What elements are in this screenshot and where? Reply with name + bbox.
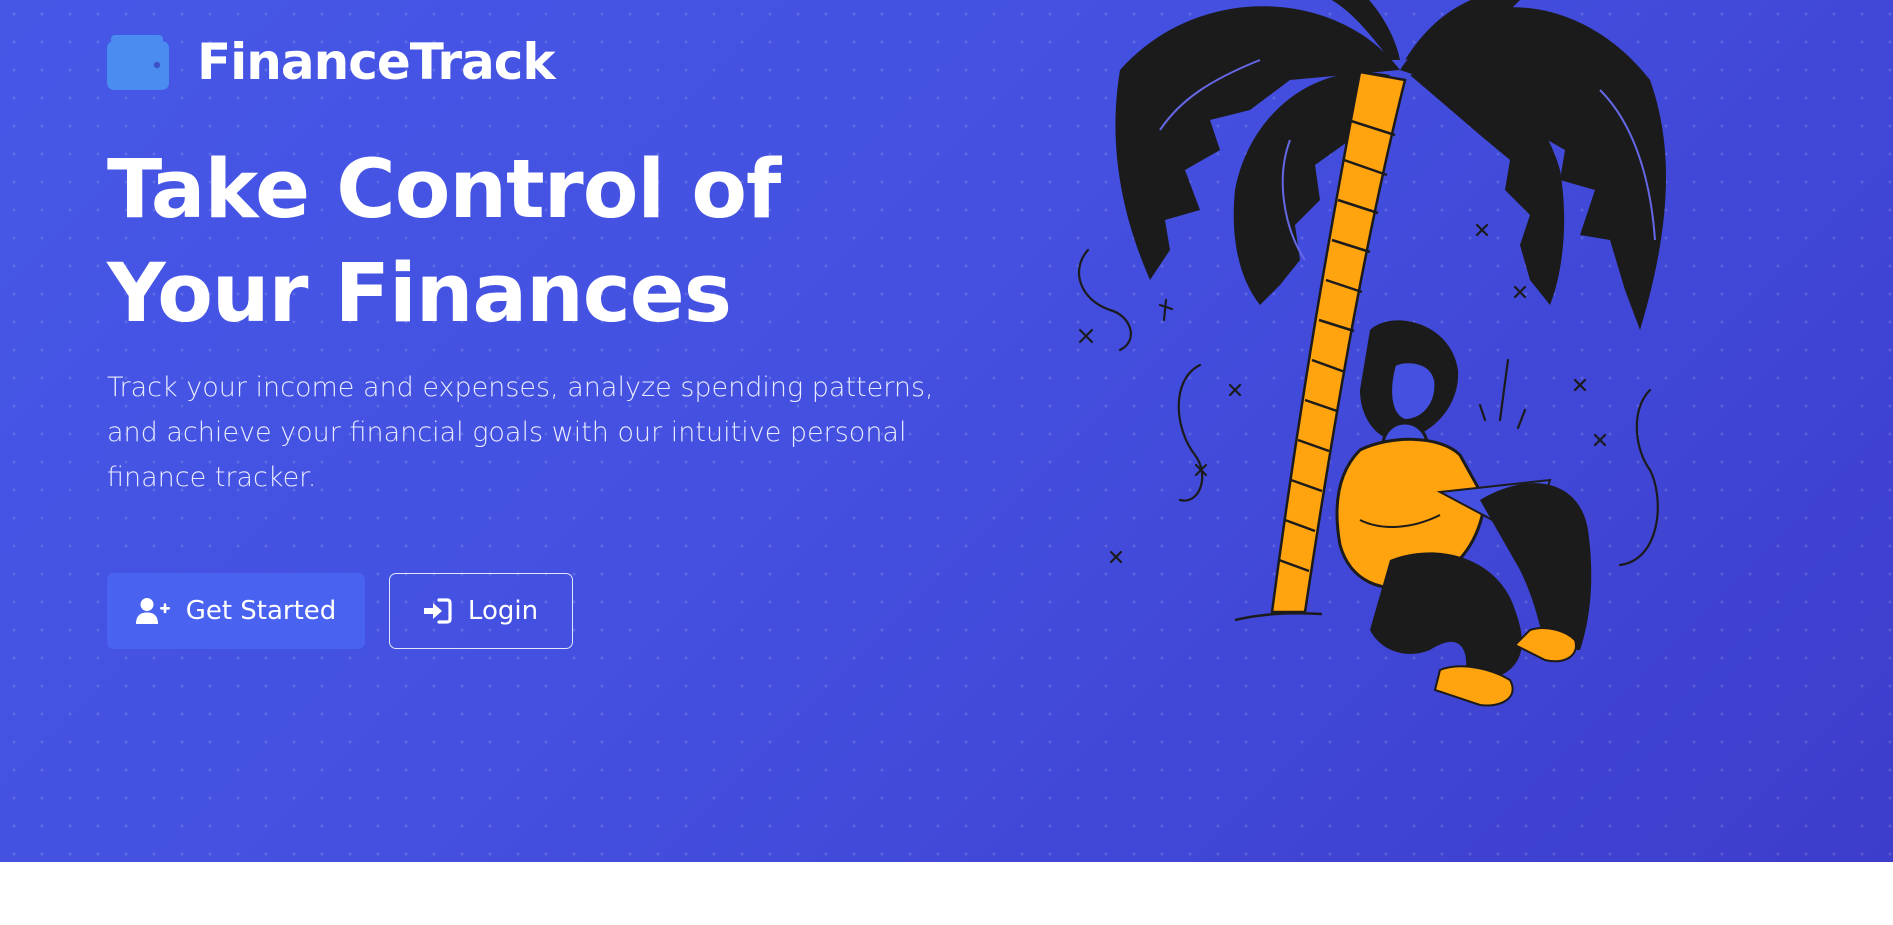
brand-logo[interactable]: FinanceTrack	[107, 32, 556, 92]
hero-subtitle: Track your income and expenses, analyze …	[107, 372, 934, 493]
hero-section: FinanceTrack Take Control of Your Financ…	[0, 0, 1893, 862]
palm-tree-illustration	[1078, 0, 1667, 707]
sign-in-icon	[423, 598, 452, 624]
login-label: Login	[467, 596, 539, 626]
login-button[interactable]: Login	[389, 573, 573, 649]
palm-leaves	[1115, 0, 1667, 330]
brand-name: FinanceTrack	[197, 33, 556, 91]
woman-figure	[1335, 320, 1592, 707]
hero-headline: Take Control of Your Finances	[107, 143, 781, 341]
get-started-button[interactable]: Get Started	[107, 573, 365, 649]
wallet-icon	[107, 35, 169, 90]
get-started-label: Get Started	[185, 596, 337, 626]
user-plus-icon	[135, 598, 170, 624]
